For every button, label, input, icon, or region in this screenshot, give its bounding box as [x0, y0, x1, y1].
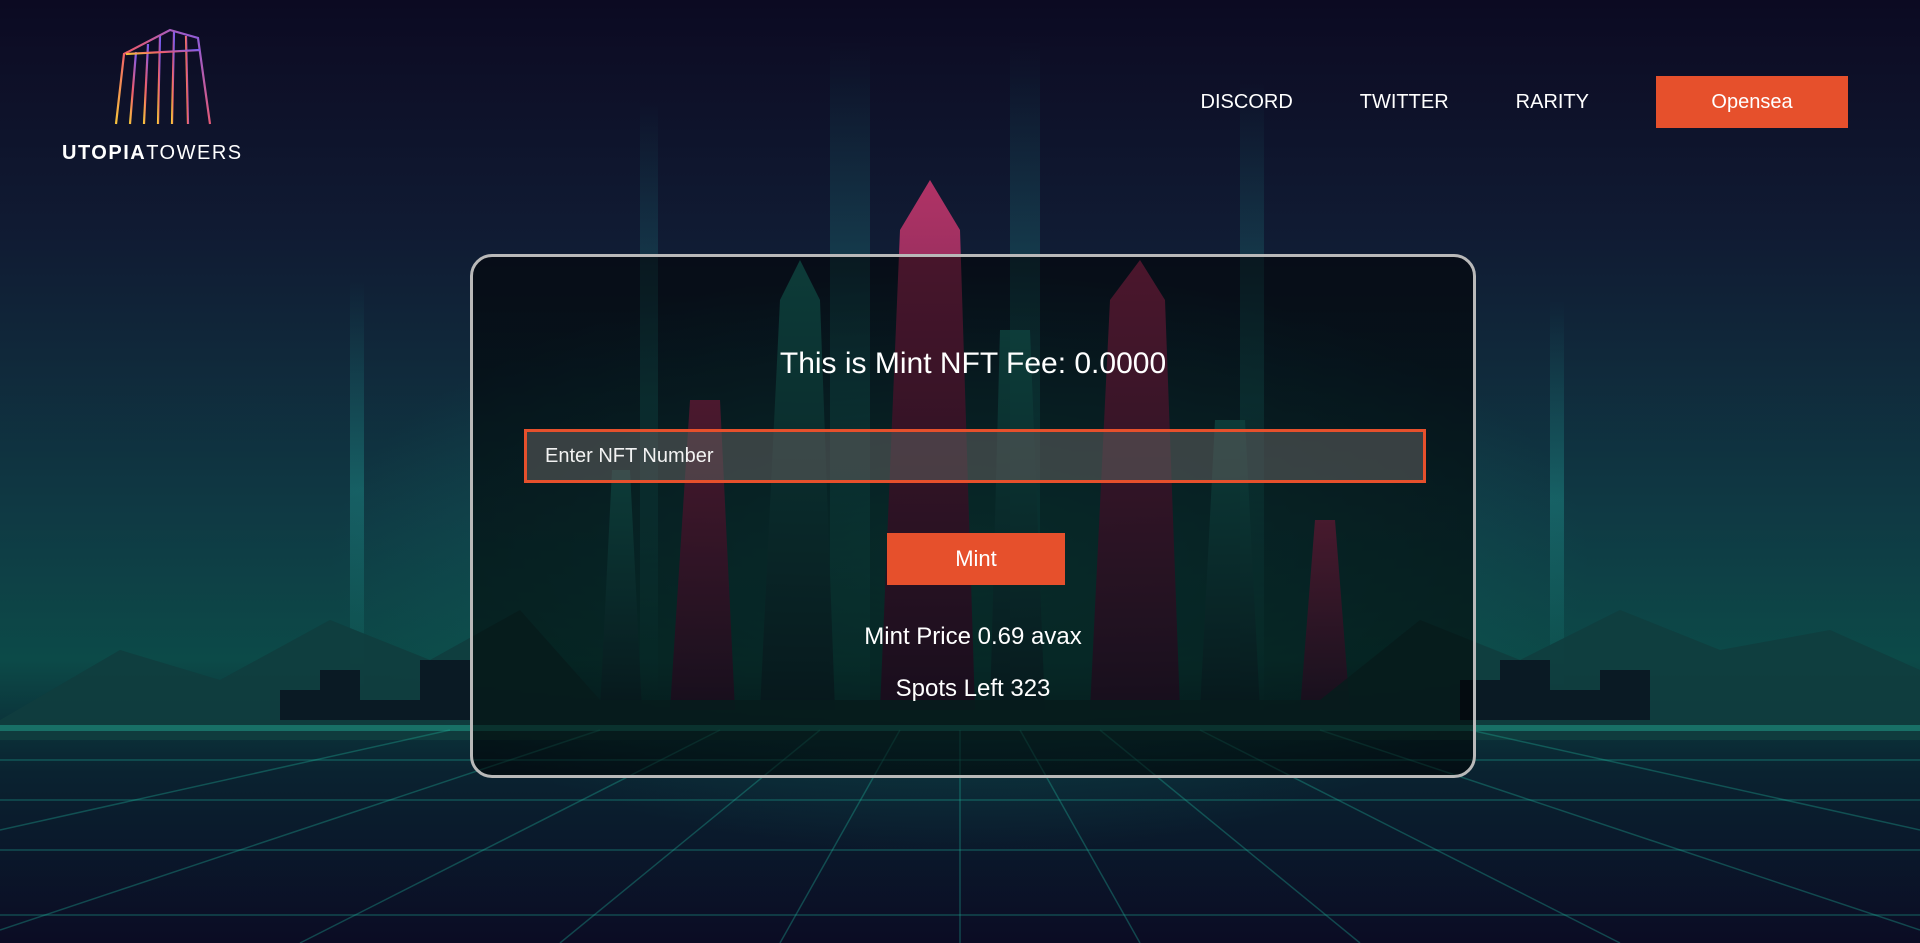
mint-card: This is Mint NFT Fee: 0.0000 Mint Mint P…	[470, 254, 1476, 778]
mint-price-text: Mint Price 0.69 avax	[864, 623, 1082, 650]
brand-wordmark: UTOPIATOWERS	[62, 142, 262, 165]
main-nav: DISCORD TWITTER RARITY Opensea	[1201, 76, 1848, 128]
nav-link-rarity[interactable]: RARITY	[1516, 91, 1589, 114]
nav-link-twitter[interactable]: TWITTER	[1360, 91, 1449, 114]
site-header: UTOPIATOWERS DISCORD TWITTER RARITY Open…	[0, 0, 1920, 170]
tower-logo-icon	[114, 28, 212, 125]
nav-link-discord[interactable]: DISCORD	[1201, 91, 1293, 114]
brand-logo[interactable]: UTOPIATOWERS	[62, 24, 262, 166]
mint-button[interactable]: Mint	[887, 533, 1065, 585]
nft-number-input[interactable]	[524, 429, 1426, 483]
brand-name-part2: TOWERS	[146, 142, 243, 164]
brand-name-part1: UTOPIA	[62, 142, 147, 164]
mint-fee-title: This is Mint NFT Fee: 0.0000	[779, 347, 1167, 380]
opensea-button[interactable]: Opensea	[1656, 76, 1848, 128]
spots-left-text: Spots Left 323	[895, 675, 1051, 702]
